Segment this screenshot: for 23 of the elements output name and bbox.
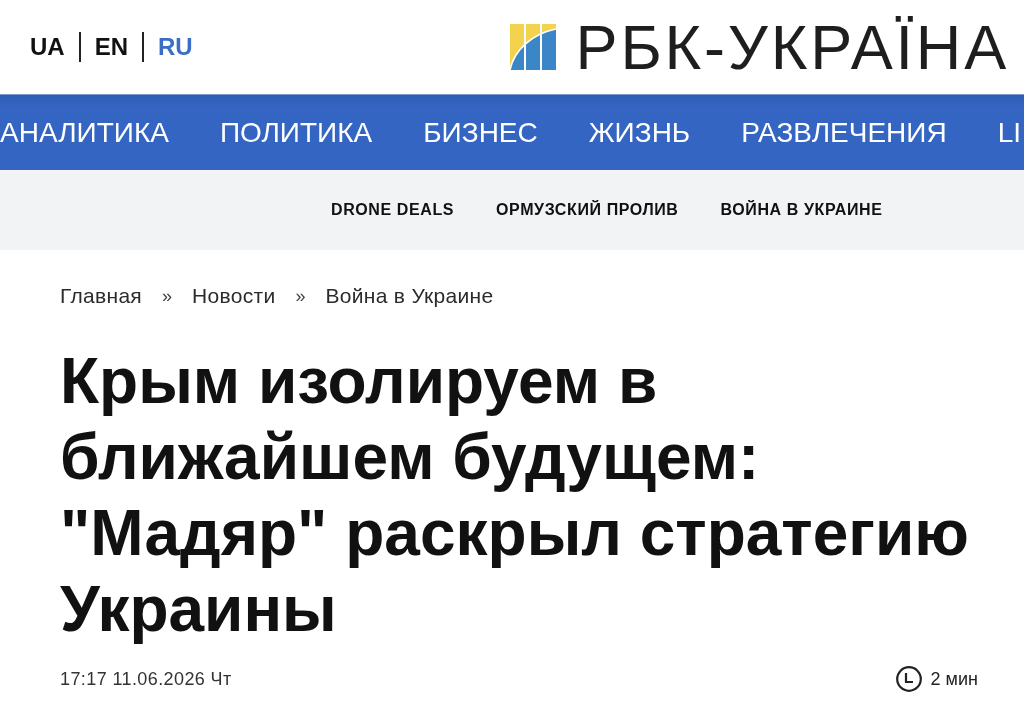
nav-link[interactable]: БИЗНЕС (423, 116, 538, 149)
publish-date: 17:17 11.06.2026 Чт (60, 668, 232, 690)
language-link[interactable]: RU (158, 33, 193, 61)
language-link[interactable]: EN (94, 33, 128, 61)
nav-link[interactable]: ЖИЗНЬ (588, 116, 691, 149)
logo-icon (509, 24, 556, 70)
breadcrumb-separator: » (295, 285, 306, 308)
nav-link[interactable]: ПОЛИТИКА (219, 116, 373, 149)
reading-time: 2 мин (930, 668, 978, 690)
breadcrumb-link[interactable]: Главная (60, 284, 143, 308)
nav-link[interactable]: АНАЛИТИКА (0, 116, 169, 149)
topic-link[interactable]: ВОЙНА В УКРАИНЕ (720, 201, 883, 219)
topic-link[interactable]: DRONE DEALS (331, 201, 455, 219)
article-title: Крым изолируем в ближайшем будущем: "Мадяр" раскрыл стратегию Украины (60, 344, 970, 647)
logo-text[interactable]: РБК-УКРАЇНА (575, 14, 1009, 80)
breadcrumb-separator: » (162, 285, 173, 308)
breadcrumb-link[interactable]: Война в Украине (325, 284, 494, 308)
language-link[interactable]: UA (30, 33, 65, 61)
breadcrumb-link[interactable]: Новости (192, 284, 276, 308)
nav-link[interactable]: LI (997, 116, 1021, 149)
clock-icon (895, 666, 922, 692)
nav-link[interactable]: РАЗВЛЕЧЕНИЯ (741, 116, 947, 149)
topic-link[interactable]: ОРМУЗСКИЙ ПРОЛИВ (496, 201, 679, 219)
